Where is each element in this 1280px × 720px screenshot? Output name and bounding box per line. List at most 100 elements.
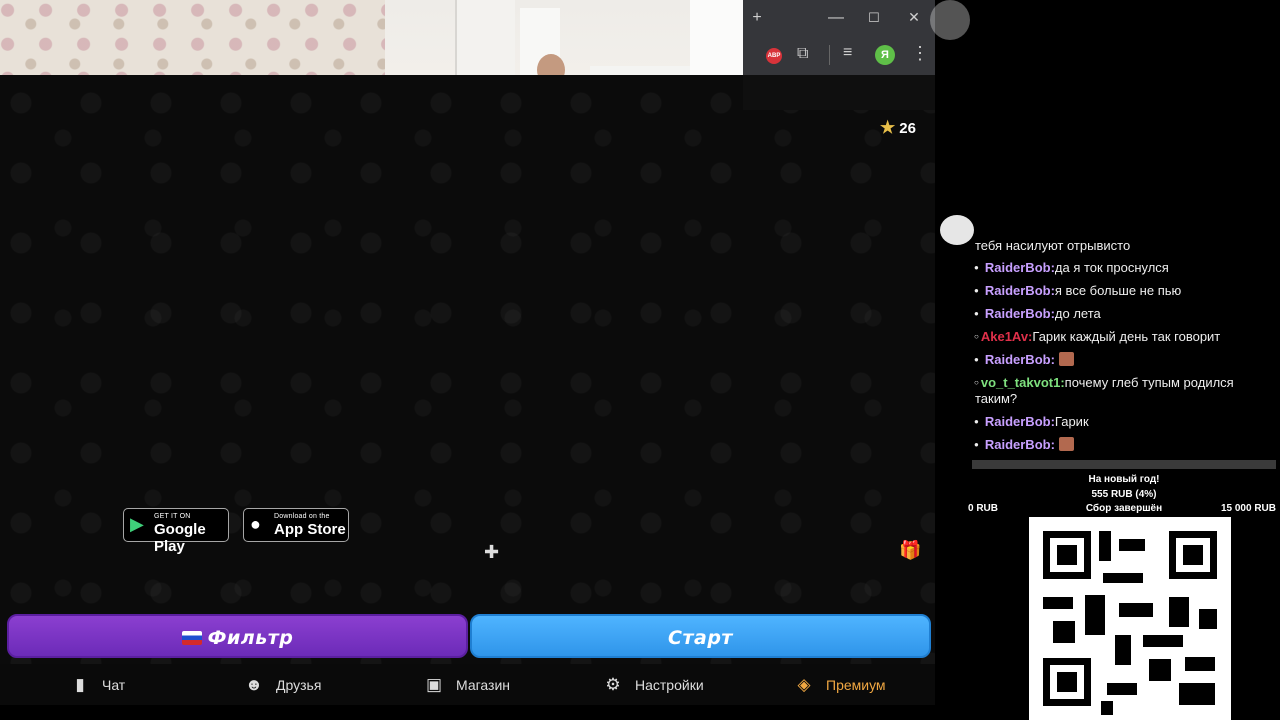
- bullet-icon: ●: [974, 417, 979, 426]
- chat-message-cont: таким?: [975, 391, 1017, 406]
- donation-qr-code: [1029, 517, 1231, 720]
- media-control-icon[interactable]: ≡: [843, 44, 852, 62]
- chat-nick: RaiderBob:: [984, 283, 1055, 298]
- app-top-strip: [743, 75, 935, 110]
- chat-nick: RaiderBob:: [984, 352, 1055, 367]
- adblock-icon[interactable]: ABP: [766, 48, 782, 64]
- qr-finder: [1043, 531, 1091, 579]
- qr-module: [1143, 635, 1183, 647]
- extensions-icon[interactable]: ⧉: [797, 45, 808, 63]
- chat-text: таким?: [975, 391, 1018, 406]
- gamepad-icon[interactable]: ✚: [484, 542, 499, 563]
- qr-module: [1101, 701, 1113, 715]
- close-button[interactable]: ✕: [899, 0, 929, 35]
- qr-module: [1085, 595, 1105, 635]
- qr-module: [1107, 683, 1137, 695]
- chat-message: ● RaiderBob:: [974, 352, 1074, 367]
- overlay-blob: [930, 0, 970, 40]
- qr-module: [1199, 609, 1217, 629]
- nav-friends[interactable]: ☻ Друзья: [244, 664, 321, 705]
- chat-message: ○ vo_t_takvot1:почему глеб тупым родился: [974, 375, 1234, 390]
- bullet-icon: ●: [974, 355, 979, 364]
- qr-module: [1053, 621, 1075, 643]
- chat-text: почему глеб тупым родился: [1064, 375, 1234, 390]
- nav-chat[interactable]: ▮ Чат: [70, 664, 125, 705]
- nav-settings[interactable]: ⚙ Настройки: [603, 664, 704, 705]
- gift-icon[interactable]: 🎁: [899, 540, 921, 561]
- nav-premium-label: Премиум: [826, 677, 886, 693]
- chat-text: до лета: [1054, 306, 1101, 321]
- goal-amount: 555 RUB (4%): [1091, 489, 1157, 500]
- gear-icon: ⚙: [605, 675, 621, 694]
- tag-icon: ◈: [797, 675, 811, 694]
- emote-icon: [1058, 352, 1074, 366]
- browser-toolbar: + — ☐ ✕ ABP ⧉ ≡ Я ⋮: [743, 0, 935, 75]
- chat-message: ○ Ake1Av:Гарик каждый день так говорит: [974, 329, 1220, 344]
- nav-shop[interactable]: ▣ Магазин: [424, 664, 510, 705]
- qr-module: [1149, 659, 1171, 681]
- chat-text: Гарик каждый день так говорит: [1032, 329, 1221, 344]
- app-store-badge[interactable]: ● Download on the App Store: [243, 508, 349, 542]
- profile-avatar[interactable]: Я: [875, 45, 895, 65]
- google-play-label: Google Play: [154, 521, 206, 555]
- qr-finder: [1043, 658, 1091, 706]
- donation-goal: На новый год! 555 RUB (4%) Сбор завершён…: [968, 474, 1280, 514]
- qr-module: [1099, 531, 1111, 561]
- star-icon: ★: [880, 118, 896, 137]
- emote-icon: [1058, 437, 1074, 451]
- divider: [829, 45, 830, 65]
- goal-min: 0 RUB: [968, 503, 999, 514]
- maximize-button[interactable]: ☐: [859, 0, 889, 35]
- nav-shop-label: Магазин: [456, 677, 511, 693]
- bullet-icon: ○: [974, 378, 979, 387]
- nav-settings-label: Настройки: [635, 677, 704, 693]
- qr-module: [1103, 573, 1143, 583]
- nav-premium[interactable]: ◈ Премиум: [794, 664, 886, 705]
- qr-module: [1119, 603, 1153, 617]
- app-store-label: App Store: [274, 521, 346, 538]
- play-store-icon: ▶: [130, 514, 144, 534]
- chat-message: ● RaiderBob:я все больше не пью: [974, 283, 1181, 298]
- qr-module: [1185, 657, 1215, 671]
- chat-message: тебя насилуют отрывисто: [975, 238, 1130, 253]
- apple-icon: ●: [250, 514, 261, 534]
- chat-nick: Ake1Av:: [980, 329, 1033, 344]
- bullet-icon: ●: [974, 309, 979, 318]
- nav-friends-label: Друзья: [276, 677, 322, 693]
- overlay-blob: [940, 215, 974, 245]
- chat-nick: RaiderBob:: [984, 260, 1055, 275]
- nav-chat-label: Чат: [102, 677, 126, 693]
- goal-title: На новый год!: [1088, 474, 1160, 485]
- stars-counter[interactable]: ★ 26: [880, 118, 916, 138]
- qr-finder: [1169, 531, 1217, 579]
- filter-button[interactable]: Фильтр: [7, 614, 468, 658]
- chat-nick: vo_t_takvot1:: [980, 375, 1065, 390]
- new-tab-button[interactable]: +: [743, 0, 771, 35]
- chat-text: да я ток проснулся: [1054, 260, 1169, 275]
- chat-message: ● RaiderBob:до лета: [974, 306, 1101, 321]
- goal-max: 15 000 RUB: [1220, 503, 1276, 514]
- start-label: Старт: [668, 627, 733, 649]
- chat-nick: RaiderBob:: [984, 437, 1055, 452]
- friends-icon: ☻: [245, 675, 263, 694]
- qr-module: [1043, 597, 1073, 609]
- russia-flag-icon: [181, 631, 202, 645]
- chat-nick: RaiderBob:: [984, 306, 1055, 321]
- qr-module: [1119, 539, 1145, 551]
- qr-module: [1179, 683, 1215, 705]
- bottom-nav: ▮ Чат ☻ Друзья ▣ Магазин ⚙ Настройки ◈ Премиу…: [0, 664, 935, 705]
- chat-text: тебя насилуют отрывисто: [975, 238, 1131, 253]
- google-play-badge[interactable]: ▶ GET IT ON Google Play: [123, 508, 229, 555]
- shop-icon: ▣: [425, 675, 443, 694]
- bullet-icon: ●: [974, 263, 979, 272]
- app-store-small: Download on the: [274, 513, 330, 520]
- menu-kebab-icon[interactable]: ⋮: [911, 43, 929, 64]
- qr-module: [1169, 597, 1189, 627]
- bullet-icon: ○: [974, 332, 979, 341]
- chat-message: ● RaiderBob:: [974, 437, 1074, 452]
- minimize-button[interactable]: —: [821, 0, 851, 35]
- start-button[interactable]: Старт: [470, 614, 931, 658]
- qr-module: [1115, 635, 1131, 665]
- chat-toolbar[interactable]: [972, 460, 1276, 469]
- filter-label: Фильтр: [207, 627, 294, 649]
